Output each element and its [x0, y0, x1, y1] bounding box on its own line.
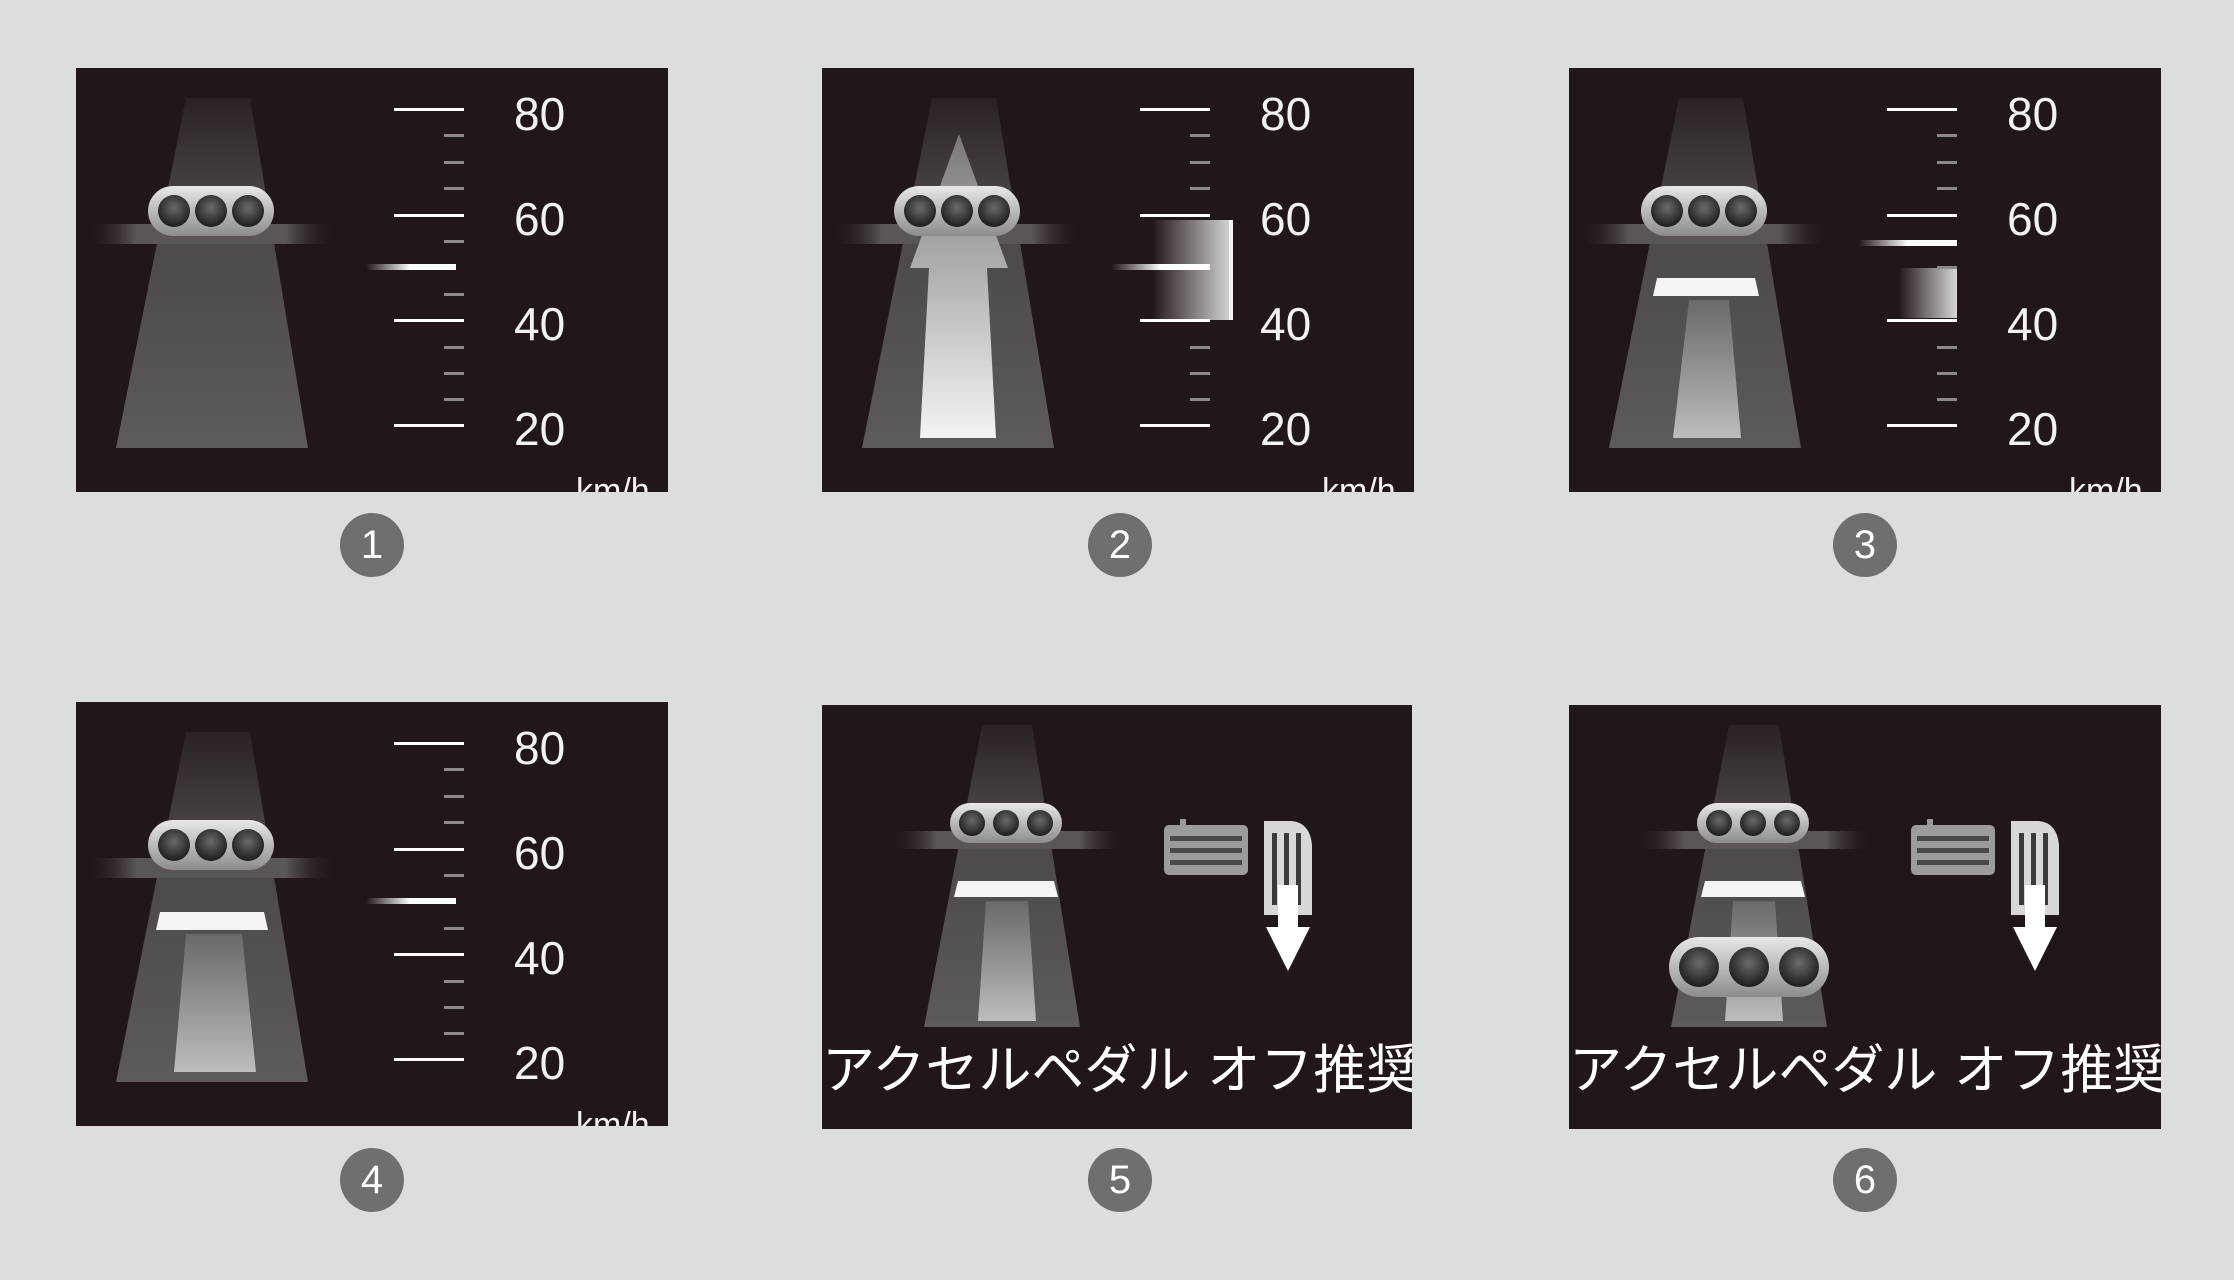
current-speed-marker — [1112, 264, 1210, 270]
traffic-signal-icon — [1697, 803, 1809, 843]
brake-pedal-icon — [1164, 819, 1248, 875]
speed-label-60: 60 — [514, 193, 566, 245]
current-speed-marker — [366, 264, 456, 270]
speed-label-40: 40 — [514, 932, 566, 984]
stop-line — [1701, 881, 1805, 897]
step-badge-6: 6 — [1833, 1148, 1897, 1212]
step-badge-5: 5 — [1088, 1148, 1152, 1212]
hud-panel-1: 80 60 40 20 km/h — [76, 68, 668, 492]
recommended-speed-range-edge — [1229, 220, 1233, 320]
traffic-signal-icon — [1641, 186, 1767, 236]
speed-label-60: 60 — [2007, 193, 2059, 245]
stop-line — [156, 912, 268, 930]
speed-label-40: 40 — [514, 298, 566, 350]
hud-panel-3: 80 60 40 20 km/h — [1569, 68, 2161, 492]
hud-panel-6: アクセルペダル オフ推奨 — [1569, 705, 2161, 1129]
speed-label-20: 20 — [2007, 403, 2059, 455]
traffic-signal-near-icon — [1669, 937, 1829, 997]
brake-pedal-icon — [1911, 819, 1995, 875]
traffic-signal-icon — [148, 186, 274, 236]
step-badge-3: 3 — [1833, 513, 1897, 577]
hud-panel-4: 80 60 40 20 km/h — [76, 702, 668, 1126]
stop-line — [1653, 278, 1759, 296]
accelerator-off-message: アクセルペダル オフ推奨 — [822, 1040, 1412, 1101]
road — [116, 98, 308, 448]
current-speed-marker — [366, 898, 456, 904]
speed-unit: km/h — [576, 472, 650, 492]
speed-label-80: 80 — [2007, 88, 2059, 140]
speed-label-40: 40 — [1260, 298, 1312, 350]
speed-label-80: 80 — [1260, 88, 1312, 140]
accelerator-off-message: アクセルペダル オフ推奨 — [1569, 1040, 2161, 1101]
step-badge-2: 2 — [1088, 513, 1152, 577]
speed-label-40: 40 — [2007, 298, 2059, 350]
speed-label-20: 20 — [1260, 403, 1312, 455]
speed-label-60: 60 — [1260, 193, 1312, 245]
speed-label-60: 60 — [514, 827, 566, 879]
traffic-signal-icon — [148, 820, 274, 870]
lane-highlight — [978, 901, 1036, 1021]
speed-label-80: 80 — [514, 722, 566, 774]
hud-panel-5: アクセルペダル オフ推奨 — [822, 705, 1412, 1129]
recommended-speed-range — [1899, 268, 1957, 318]
speed-unit: km/h — [576, 1106, 650, 1126]
traffic-signal-icon — [894, 186, 1020, 236]
speed-unit: km/h — [1322, 472, 1396, 492]
stop-line — [954, 881, 1058, 897]
speed-unit: km/h — [2069, 472, 2143, 492]
speed-label-20: 20 — [514, 403, 566, 455]
hud-panel-2: 80 60 40 20 km/h — [822, 68, 1414, 492]
traffic-signal-icon — [950, 803, 1062, 843]
current-speed-marker — [1859, 240, 1957, 246]
step-badge-4: 4 — [340, 1148, 404, 1212]
lane-highlight — [174, 934, 256, 1072]
speed-scale-ticks — [1887, 108, 1957, 427]
speed-label-20: 20 — [514, 1037, 566, 1089]
speed-label-80: 80 — [514, 88, 566, 140]
step-badge-1: 1 — [340, 513, 404, 577]
